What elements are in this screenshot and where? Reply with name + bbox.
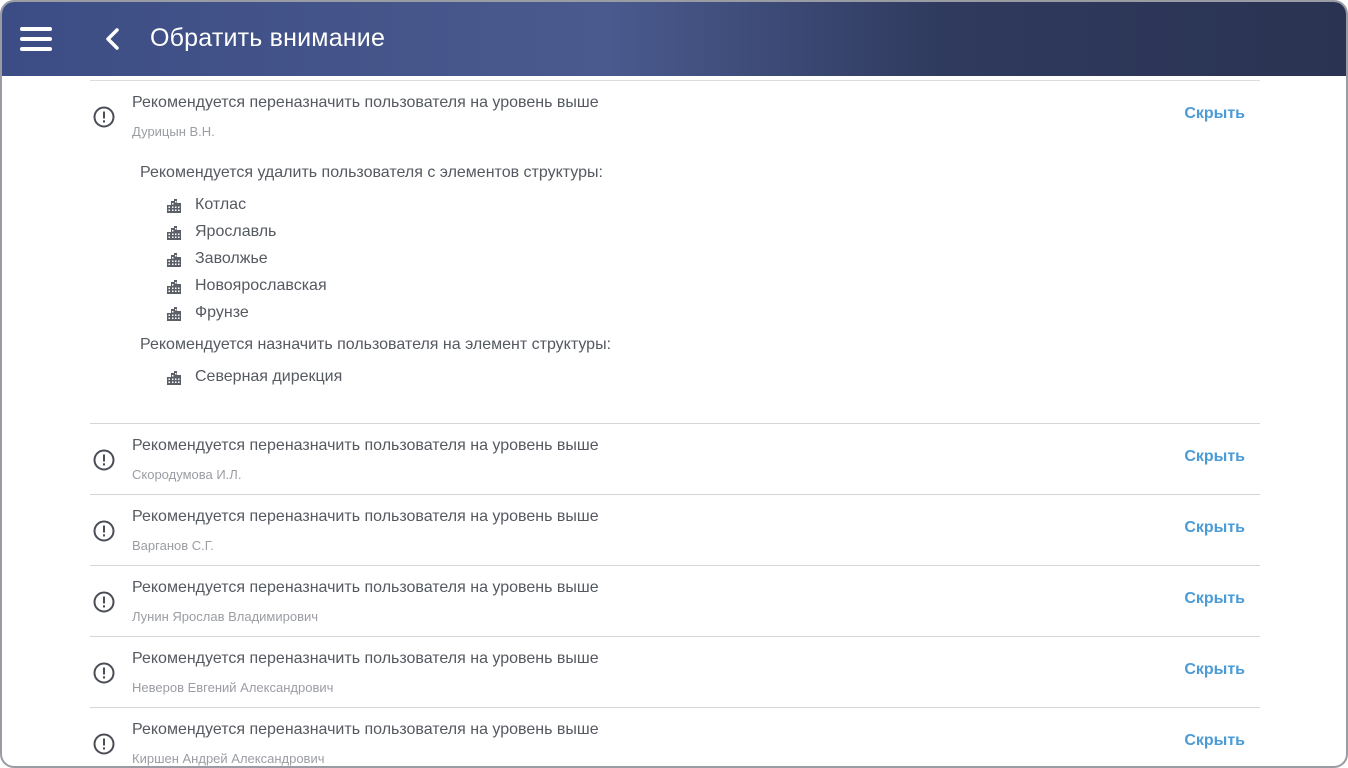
hamburger-menu-icon[interactable]: [20, 27, 54, 51]
alert-circle-icon: [93, 106, 115, 128]
structure-name: Северная дирекция: [195, 368, 343, 385]
building-icon: [167, 253, 181, 267]
notification-item[interactable]: Рекомендуется переназначить пользователя…: [90, 566, 1260, 637]
alert-circle-icon: [93, 449, 115, 471]
hide-button[interactable]: Скрыть: [1184, 590, 1245, 608]
item-title: Рекомендуется переназначить пользователя…: [132, 437, 599, 454]
notification-item[interactable]: Рекомендуется переназначить пользователя…: [90, 424, 1260, 495]
alert-circle-icon: [93, 591, 115, 613]
item-user: Скородумова И.Л.: [132, 467, 242, 482]
item-title: Рекомендуется переназначить пользователя…: [132, 579, 599, 596]
page-title: Обратить внимание: [150, 24, 386, 52]
item-title: Рекомендуется переназначить пользователя…: [132, 94, 599, 111]
alert-circle-icon: [93, 520, 115, 542]
item-user: Неверов Евгений Александрович: [132, 680, 334, 695]
notification-item-expanded: Рекомендуется переназначить пользователя…: [90, 80, 1260, 424]
header-bar: Обратить внимание: [2, 2, 1346, 76]
hide-button[interactable]: Скрыть: [1184, 448, 1245, 466]
item-user: Киршен Андрей Александрович: [132, 751, 325, 766]
item-title: Рекомендуется переназначить пользователя…: [132, 650, 599, 667]
structure-name: Котлас: [195, 196, 247, 213]
alert-circle-icon: [93, 662, 115, 684]
notification-item[interactable]: Рекомендуется переназначить пользователя…: [90, 708, 1260, 766]
structure-name: Фрунзе: [195, 304, 249, 321]
alert-circle-icon: [93, 733, 115, 755]
hide-button[interactable]: Скрыть: [1184, 105, 1245, 123]
notification-item[interactable]: Рекомендуется переназначить пользователя…: [90, 495, 1260, 566]
building-icon: [167, 307, 181, 321]
structure-name: Ярославль: [195, 223, 277, 240]
back-button[interactable]: [102, 26, 124, 52]
hide-button[interactable]: Скрыть: [1184, 519, 1245, 537]
item-title: Рекомендуется переназначить пользователя…: [132, 508, 599, 525]
building-icon: [167, 371, 181, 385]
hide-button[interactable]: Скрыть: [1184, 732, 1245, 750]
hide-button[interactable]: Скрыть: [1184, 661, 1245, 679]
item-user: Лунин Ярослав Владимирович: [132, 609, 319, 624]
item-user: Дурицын В.Н.: [132, 124, 215, 139]
item-user: Варганов С.Г.: [132, 538, 214, 553]
building-icon: [167, 226, 181, 240]
remove-section-label: Рекомендуется удалить пользователя с эле…: [140, 164, 603, 181]
building-icon: [167, 199, 181, 213]
item-title: Рекомендуется переназначить пользователя…: [132, 721, 599, 738]
notification-item[interactable]: Рекомендуется переназначить пользователя…: [90, 637, 1260, 708]
notification-list[interactable]: Рекомендуется переназначить пользователя…: [2, 76, 1346, 766]
chevron-left-icon: [106, 28, 119, 50]
building-icon: [167, 280, 181, 294]
app-window: Обратить внимание Рекомендуется переназн…: [0, 0, 1348, 768]
assign-section-label: Рекомендуется назначить пользователя на …: [140, 336, 612, 353]
structure-name: Заволжье: [195, 250, 268, 267]
structure-name: Новоярославская: [195, 277, 327, 294]
